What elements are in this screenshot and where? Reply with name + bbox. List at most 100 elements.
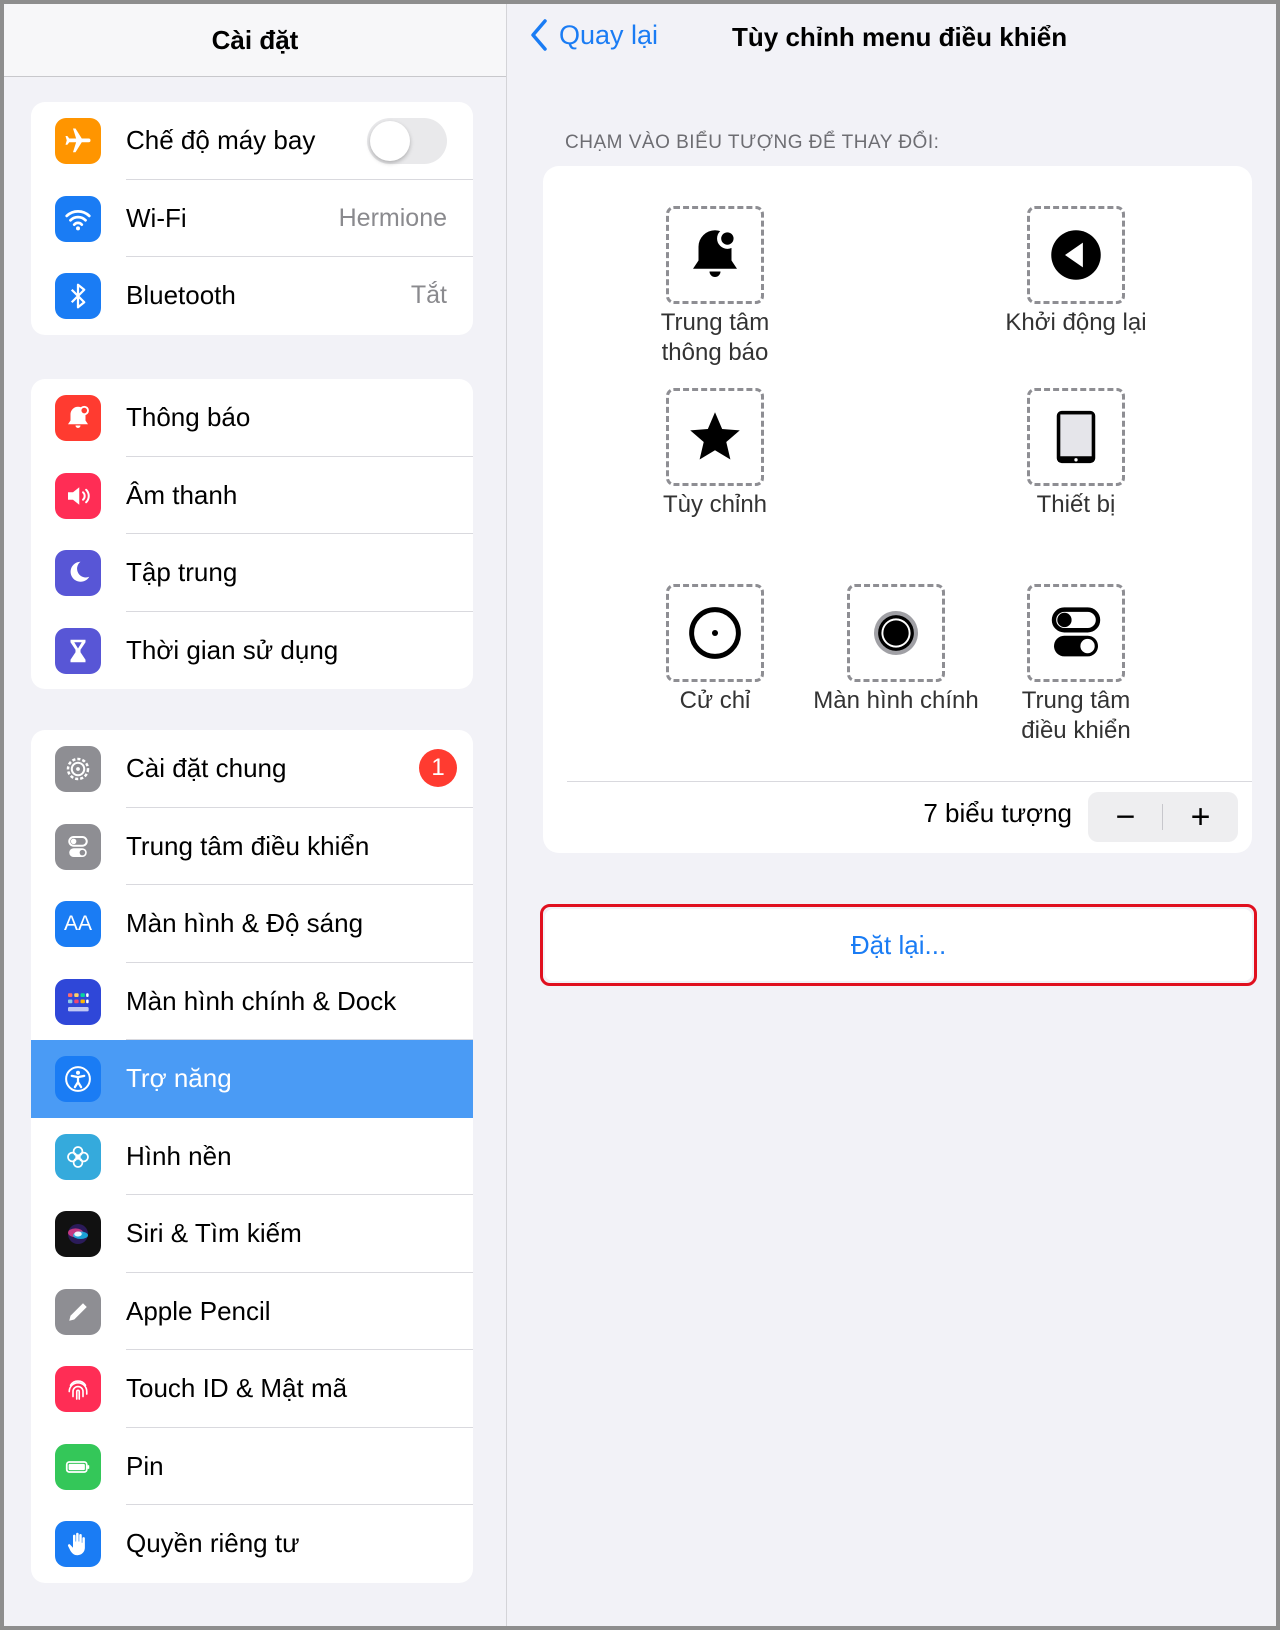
sidebar-item-accessibility[interactable]: Trợ năng [31,1040,473,1118]
slot-label: Thiết bị [1036,491,1116,518]
pencil-icon [55,1288,101,1335]
back-button[interactable]: Quay lại [529,18,658,52]
sidebar-item-siri-search[interactable]: Siri & Tìm kiếm [31,1195,473,1273]
sidebar-item-display-brightness[interactable]: AA Màn hình & Độ sáng [31,885,473,963]
slot-gesture[interactable]: Cử chỉ [610,584,820,716]
sidebar-item-label: Màn hình & Độ sáng [126,908,364,939]
sidebar-item-label: Chế độ máy bay [126,125,316,156]
wifi-network-value: Hermione [338,203,447,232]
speaker-icon [55,472,101,519]
sidebar-item-label: Wi-Fi [126,202,187,233]
sidebar-title: Cài đặt [4,4,506,77]
menu-icon-grid: Trung tâm thông báo Khởi động lại Tùy ch… [543,166,1252,853]
gesture-icon[interactable] [666,584,764,682]
sidebar-item-label: Âm thanh [126,479,238,510]
accessibility-icon [55,1056,101,1102]
sidebar-item-bluetooth[interactable]: Bluetooth Tắt [31,257,473,335]
slot-label: Khởi động lại [1005,309,1147,336]
decrease-button[interactable]: − [1088,792,1163,842]
control-center-icon [55,823,101,870]
slot-control-center[interactable]: Trung tâm điều khiển [971,584,1181,746]
device-icon[interactable] [1027,388,1125,486]
slot-label: Cử chỉ [679,687,751,714]
update-badge: 1 [419,749,457,787]
sidebar-item-label: Tập trung [126,557,238,588]
airplane-icon [55,118,101,164]
home-screen-icon [55,978,101,1025]
airplane-mode-toggle[interactable] [367,118,447,164]
sidebar-group-general: Cài đặt chung 1 Trung tâm điều khiển AA … [31,730,473,1583]
sidebar-item-label: Siri & Tìm kiếm [126,1218,302,1249]
increase-button[interactable]: + [1163,792,1238,842]
sidebar-item-wallpaper[interactable]: Hình nền [31,1118,473,1195]
sidebar-item-touch-id-passcode[interactable]: Touch ID & Mật mã [31,1350,473,1428]
slot-label: Tùy chỉnh [662,491,768,518]
slot-restart[interactable]: Khởi động lại [971,206,1181,338]
sidebar-item-control-center[interactable]: Trung tâm điều khiển [31,808,473,885]
slot-home[interactable]: Màn hình chính [791,584,1001,716]
slot-label: Màn hình chính [813,687,979,714]
restart-icon[interactable] [1027,206,1125,304]
sidebar-item-label: Thời gian sử dụng [126,634,339,665]
sidebar-item-battery[interactable]: Pin [31,1428,473,1505]
sidebar-item-label: Màn hình chính & Dock [126,985,397,1016]
slot-custom[interactable]: Tùy chỉnh [610,388,820,520]
detail-header: Quay lại Tùy chỉnh menu điều khiển [507,4,1276,76]
slot-device[interactable]: Thiết bị [971,388,1181,520]
sidebar-item-label: Bluetooth [126,280,236,311]
slot-label: Trung tâm điều khiển [1021,687,1131,744]
back-label: Quay lại [559,19,659,50]
icon-count-label: 7 biểu tượng [923,798,1072,828]
sidebar-item-label: Trung tâm điều khiển [126,830,370,861]
settings-sidebar: Cài đặt Chế độ máy bay Wi-Fi Hermione Bl… [4,4,507,1626]
sidebar-item-notifications[interactable]: Thông báo [31,379,473,457]
sidebar-item-wifi[interactable]: Wi-Fi Hermione [31,180,473,257]
toggle-knob [370,121,410,161]
icon-count-stepper: − + [1088,792,1238,842]
sidebar-item-airplane-mode[interactable]: Chế độ máy bay [31,102,473,180]
bluetooth-status-value: Tắt [410,281,447,310]
sidebar-item-apple-pencil[interactable]: Apple Pencil [31,1273,473,1350]
home-button-icon[interactable] [847,584,945,682]
sidebar-item-general[interactable]: Cài đặt chung 1 [31,730,473,808]
hourglass-icon [55,627,101,674]
bluetooth-icon [55,273,101,319]
sidebar-group-notifications: Thông báo Âm thanh Tập trung Thời gian s… [31,379,473,689]
siri-icon [55,1211,101,1257]
screen: Cài đặt Chế độ máy bay Wi-Fi Hermione Bl… [0,0,1280,1630]
sidebar-item-screen-time[interactable]: Thời gian sử dụng [31,612,473,690]
wifi-icon [55,195,101,242]
sidebar-item-label: Cài đặt chung [126,753,287,784]
divider [567,781,1252,782]
control-center-toggle-icon[interactable] [1027,584,1125,682]
page-title: Tùy chỉnh menu điều khiển [732,22,1068,52]
sidebar-item-label: Apple Pencil [126,1295,271,1326]
sidebar-item-label: Hình nền [126,1140,232,1171]
sidebar-item-label: Quyền riêng tư [126,1528,300,1559]
sidebar-item-privacy[interactable]: Quyền riêng tư [31,1505,473,1583]
gear-icon [55,746,101,792]
sidebar-item-label: Thông báo [126,402,251,433]
slot-notification-center[interactable]: Trung tâm thông báo [610,206,820,368]
fingerprint-icon [55,1366,101,1412]
battery-icon [55,1443,101,1490]
notification-center-icon[interactable] [666,206,764,304]
sidebar-item-label: Pin [126,1450,164,1481]
sidebar-item-home-screen-dock[interactable]: Màn hình chính & Dock [31,963,473,1040]
chevron-left-icon [531,19,547,51]
sidebar-group-connectivity: Chế độ máy bay Wi-Fi Hermione Bluetooth … [31,102,473,335]
wallpaper-icon [55,1133,101,1180]
sidebar-item-label: Trợ năng [126,1063,232,1094]
sidebar-item-focus[interactable]: Tập trung [31,534,473,612]
moon-icon [55,550,101,596]
sidebar-item-label: Touch ID & Mật mã [126,1373,348,1404]
hand-icon [55,1521,101,1567]
section-header: CHẠM VÀO BIỂU TƯỢNG ĐỂ THAY ĐỔI: [565,132,940,153]
display-icon: AA [55,901,101,947]
notification-icon [55,395,101,441]
highlight-outline [540,904,1257,986]
sidebar-item-sounds[interactable]: Âm thanh [31,457,473,534]
star-icon[interactable] [666,388,764,486]
slot-label: Trung tâm thông báo [660,309,770,366]
detail-pane: Quay lại Tùy chỉnh menu điều khiển CHẠM … [507,4,1276,1626]
